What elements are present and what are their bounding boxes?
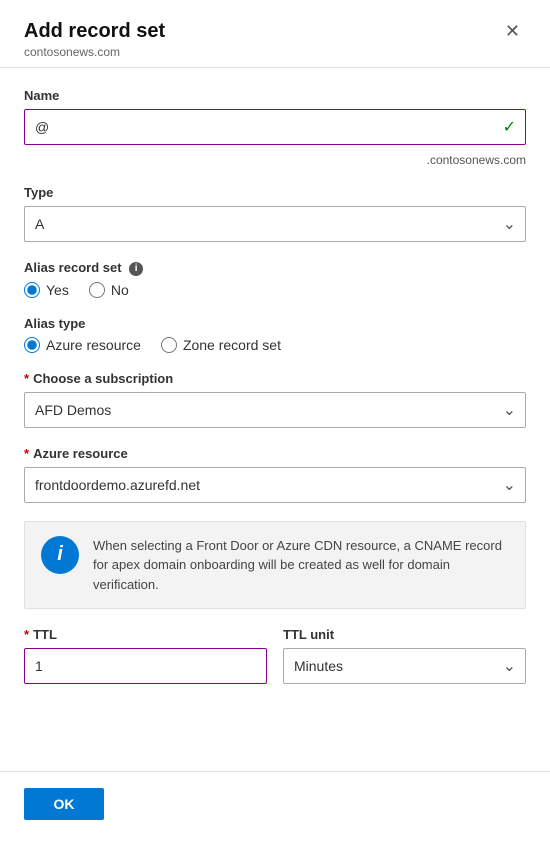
alias-record-set-label: Alias record set i bbox=[24, 260, 526, 276]
close-button[interactable]: ✕ bbox=[499, 20, 526, 42]
name-suffix: .contosonews.com bbox=[24, 153, 526, 167]
alias-no-radio[interactable] bbox=[89, 282, 105, 298]
name-input[interactable] bbox=[24, 109, 526, 145]
alias-yes-radio[interactable] bbox=[24, 282, 40, 298]
alias-no-option[interactable]: No bbox=[89, 282, 129, 298]
ttl-unit-select-wrapper: Seconds Minutes Hours Days ⌄ bbox=[283, 648, 526, 684]
type-select-wrapper: A AAAA CNAME MX NS PTR SOA SRV TXT ⌄ bbox=[24, 206, 526, 242]
alias-azure-resource-radio[interactable] bbox=[24, 337, 40, 353]
ttl-unit-field-group: TTL unit Seconds Minutes Hours Days ⌄ bbox=[283, 627, 526, 684]
type-field-group: Type A AAAA CNAME MX NS PTR SOA SRV TXT … bbox=[24, 185, 526, 242]
azure-resource-select-wrapper: frontdoordemo.azurefd.net ⌄ bbox=[24, 467, 526, 503]
alias-record-set-group: Alias record set i Yes No bbox=[24, 260, 526, 298]
ttl-required-star: * bbox=[24, 627, 29, 642]
alias-zone-record-label: Zone record set bbox=[183, 337, 281, 353]
subscription-label: *Choose a subscription bbox=[24, 371, 526, 386]
ttl-field-group: *TTL bbox=[24, 627, 267, 684]
ttl-label: *TTL bbox=[24, 627, 267, 642]
ttl-row: *TTL TTL unit Seconds Minutes Hours Days… bbox=[24, 627, 526, 684]
subscription-select-wrapper: AFD Demos ⌄ bbox=[24, 392, 526, 428]
alias-type-label: Alias type bbox=[24, 316, 526, 331]
dialog-footer: OK bbox=[0, 771, 550, 844]
dialog-body: Name ✓ .contosonews.com Type A AAAA CNAM… bbox=[0, 68, 550, 771]
dialog-title: Add record set bbox=[24, 20, 165, 43]
alias-yes-option[interactable]: Yes bbox=[24, 282, 69, 298]
alias-azure-resource-label: Azure resource bbox=[46, 337, 141, 353]
name-field-group: Name ✓ .contosonews.com bbox=[24, 88, 526, 167]
ttl-unit-label: TTL unit bbox=[283, 627, 526, 642]
type-label: Type bbox=[24, 185, 526, 200]
azure-resource-label: *Azure resource bbox=[24, 446, 526, 461]
alias-zone-record-radio[interactable] bbox=[161, 337, 177, 353]
alias-yes-label: Yes bbox=[46, 282, 69, 298]
add-record-set-dialog: Add record set contosonews.com ✕ Name ✓ … bbox=[0, 0, 550, 844]
azure-resource-field-group: *Azure resource frontdoordemo.azurefd.ne… bbox=[24, 446, 526, 503]
alias-record-set-radios: Yes No bbox=[24, 282, 526, 298]
name-label: Name bbox=[24, 88, 526, 103]
alias-type-group: Alias type Azure resource Zone record se… bbox=[24, 316, 526, 353]
info-circle-icon: i bbox=[41, 536, 79, 574]
dialog-title-group: Add record set contosonews.com bbox=[24, 20, 165, 59]
info-box: i When selecting a Front Door or Azure C… bbox=[24, 521, 526, 610]
subscription-select[interactable]: AFD Demos bbox=[24, 392, 526, 428]
azure-resource-required-star: * bbox=[24, 446, 29, 461]
name-input-wrapper: ✓ bbox=[24, 109, 526, 145]
alias-no-label: No bbox=[111, 282, 129, 298]
ttl-input[interactable] bbox=[24, 648, 267, 684]
azure-resource-select[interactable]: frontdoordemo.azurefd.net bbox=[24, 467, 526, 503]
alias-type-radios: Azure resource Zone record set bbox=[24, 337, 526, 353]
type-select[interactable]: A AAAA CNAME MX NS PTR SOA SRV TXT bbox=[24, 206, 526, 242]
dialog-header: Add record set contosonews.com ✕ bbox=[0, 0, 550, 68]
alias-azure-resource-option[interactable]: Azure resource bbox=[24, 337, 141, 353]
ttl-unit-select[interactable]: Seconds Minutes Hours Days bbox=[283, 648, 526, 684]
subscription-required-star: * bbox=[24, 371, 29, 386]
dialog-subtitle: contosonews.com bbox=[24, 45, 165, 59]
alias-zone-record-option[interactable]: Zone record set bbox=[161, 337, 281, 353]
info-box-text: When selecting a Front Door or Azure CDN… bbox=[93, 536, 509, 595]
alias-record-set-info-icon: i bbox=[129, 262, 143, 276]
ok-button[interactable]: OK bbox=[24, 788, 104, 820]
subscription-field-group: *Choose a subscription AFD Demos ⌄ bbox=[24, 371, 526, 428]
